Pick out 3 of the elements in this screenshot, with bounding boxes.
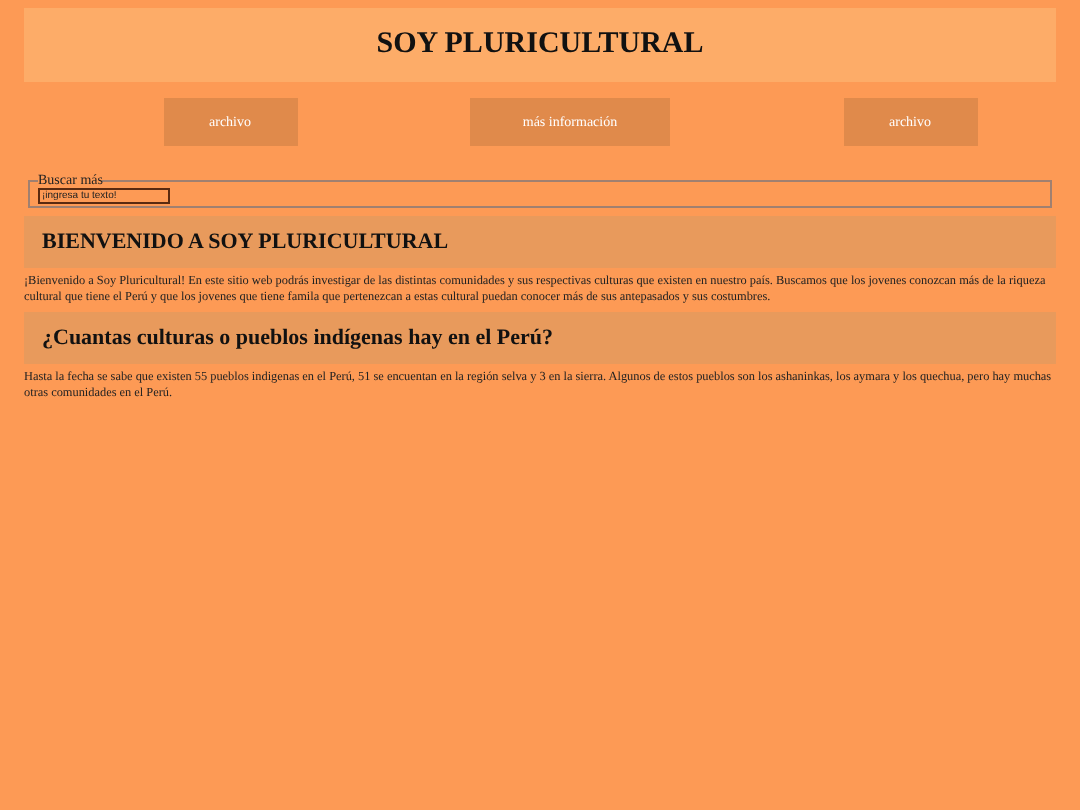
section-heading: ¿Cuantas culturas o pueblos indígenas hay en el Perú? — [42, 326, 553, 350]
section-heading: BIENVENIDO A SOY PLURICULTURAL — [42, 230, 449, 254]
site-title: SOY PLURICULTURAL — [376, 28, 704, 62]
